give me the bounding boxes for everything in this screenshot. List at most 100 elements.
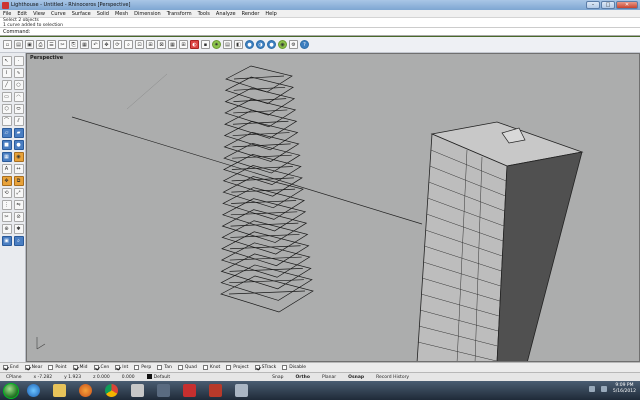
menu-surface[interactable]: Surface xyxy=(72,11,91,17)
osnap-strack[interactable]: STrack xyxy=(254,365,276,370)
menu-file[interactable]: File xyxy=(3,11,11,17)
osnap-perp[interactable]: Perp xyxy=(134,365,151,370)
copy-icon[interactable]: ⎘ xyxy=(69,40,78,49)
layer-indicator[interactable]: Default xyxy=(141,374,176,380)
menu-dimension[interactable]: Dimension xyxy=(134,11,161,17)
shade-icon[interactable]: ◑ xyxy=(256,40,265,49)
internet-explorer-icon[interactable] xyxy=(27,384,40,397)
curve-icon[interactable]: ∿ xyxy=(13,68,24,78)
print-icon[interactable]: ⎙ xyxy=(36,40,45,49)
zoom-extents-icon[interactable]: ⊞ xyxy=(146,40,155,49)
app-icon[interactable] xyxy=(235,384,248,397)
rhino-taskbar-icon[interactable] xyxy=(183,384,196,397)
explode-icon[interactable]: ✱ xyxy=(13,224,24,234)
osnap-project[interactable]: Project xyxy=(226,365,249,370)
menu-view[interactable]: View xyxy=(33,11,45,17)
osnap-disable[interactable]: Disable xyxy=(282,365,306,370)
mesh-icon[interactable]: ▦ xyxy=(1,152,12,162)
rotate-view-icon[interactable]: ⟳ xyxy=(113,40,122,49)
app-icon[interactable] xyxy=(209,384,222,397)
checkbox[interactable] xyxy=(93,365,99,370)
box-icon[interactable]: ■ xyxy=(1,140,12,150)
app-icon[interactable] xyxy=(131,384,144,397)
menu-help[interactable]: Help xyxy=(265,11,276,17)
checkbox[interactable] xyxy=(254,365,260,370)
circle-icon[interactable]: ○ xyxy=(13,80,24,90)
osnap-point[interactable]: Point xyxy=(48,365,67,370)
select-arrow-icon[interactable]: ↖ xyxy=(1,56,12,66)
checkbox[interactable] xyxy=(157,365,163,370)
surface-icon[interactable]: ▱ xyxy=(1,128,12,138)
start-button[interactable] xyxy=(3,382,19,399)
menu-edit[interactable]: Edit xyxy=(17,11,27,17)
cut-icon[interactable]: ✂ xyxy=(58,40,67,49)
polyline-icon[interactable]: ⌇ xyxy=(1,68,12,78)
scale-icon[interactable]: ⤢ xyxy=(13,188,24,198)
osnap-end[interactable]: End xyxy=(3,365,19,370)
properties-icon[interactable]: ☰ xyxy=(47,40,56,49)
rotate-icon[interactable]: ⟲ xyxy=(1,188,12,198)
checkbox[interactable] xyxy=(24,365,30,370)
media-player-icon[interactable] xyxy=(79,384,92,397)
menu-curve[interactable]: Curve xyxy=(51,11,66,17)
osnap-tan[interactable]: Tan xyxy=(157,365,172,370)
snap-toggle[interactable]: Snap xyxy=(266,375,289,380)
arc-icon[interactable]: ◠ xyxy=(13,92,24,102)
sphere-solid-icon[interactable]: ● xyxy=(13,140,24,150)
point-icon[interactable]: · xyxy=(13,56,24,66)
boolean-icon[interactable]: ◉ xyxy=(13,152,24,162)
chrome-icon[interactable] xyxy=(105,384,118,397)
app-icon[interactable] xyxy=(157,384,170,397)
layer-icon[interactable]: ▤ xyxy=(223,40,232,49)
osnap-cen[interactable]: Cen xyxy=(93,365,109,370)
menu-solid[interactable]: Solid xyxy=(97,11,109,17)
osnap-mid[interactable]: Mid xyxy=(72,365,88,370)
fillet-icon[interactable]: ⌒ xyxy=(1,116,12,126)
analyze-icon[interactable]: ⌕ xyxy=(13,236,24,246)
osnap-toggle[interactable]: Osnap xyxy=(342,375,370,380)
checkbox[interactable] xyxy=(202,365,208,370)
menu-analyze[interactable]: Analyze xyxy=(216,11,236,17)
join-icon[interactable]: ⊕ xyxy=(1,224,12,234)
save-icon[interactable]: ▣ xyxy=(25,40,34,49)
copy-object-icon[interactable]: ⧉ xyxy=(13,176,24,186)
grid-icon[interactable]: ▦ xyxy=(168,40,177,49)
checkbox[interactable] xyxy=(3,365,8,370)
pan-icon[interactable]: ✥ xyxy=(102,40,111,49)
lock-icon[interactable]: ▪ xyxy=(201,40,210,49)
line-icon[interactable]: ╱ xyxy=(1,80,12,90)
checkbox[interactable] xyxy=(282,365,288,370)
paste-icon[interactable]: ▦ xyxy=(80,40,89,49)
osnap-near[interactable]: Near xyxy=(24,365,42,370)
ellipse-icon[interactable]: ⬭ xyxy=(13,104,24,114)
perspective-viewport[interactable]: Perspective xyxy=(26,53,640,362)
rectangle-icon[interactable]: ▭ xyxy=(1,92,12,102)
close-button[interactable]: ✕ xyxy=(616,1,638,9)
hide-icon[interactable]: ◐ xyxy=(190,40,199,49)
osnap-knot[interactable]: Knot xyxy=(202,365,220,370)
group-icon[interactable]: ▣ xyxy=(1,236,12,246)
record-history-toggle[interactable]: Record History xyxy=(370,375,415,380)
checkbox[interactable] xyxy=(72,365,78,370)
checkbox[interactable] xyxy=(226,365,232,370)
options-icon[interactable]: ⚙ xyxy=(289,40,298,49)
command-prompt-input[interactable]: Command: xyxy=(0,28,640,36)
four-view-icon[interactable]: ⊞ xyxy=(179,40,188,49)
menu-render[interactable]: Render xyxy=(242,11,260,17)
menu-mesh[interactable]: Mesh xyxy=(115,11,128,17)
planar-toggle[interactable]: Planar xyxy=(316,375,342,380)
material-icon[interactable]: ◧ xyxy=(234,40,243,49)
trim-icon[interactable]: ✂ xyxy=(1,212,12,222)
render-icon[interactable]: ● xyxy=(245,40,254,49)
extrude-icon[interactable]: ▰ xyxy=(13,128,24,138)
osnap-quad[interactable]: Quad xyxy=(177,365,197,370)
shaded-tower[interactable] xyxy=(416,121,584,362)
volume-icon[interactable] xyxy=(600,386,607,392)
menu-tools[interactable]: Tools xyxy=(198,11,210,17)
help-icon[interactable]: ? xyxy=(300,40,309,49)
sphere-icon[interactable]: ● xyxy=(267,40,276,49)
polygon-icon[interactable]: ⬡ xyxy=(1,104,12,114)
new-file-icon[interactable]: ▫ xyxy=(3,40,12,49)
ortho-toggle[interactable]: Ortho xyxy=(289,375,316,380)
light-icon[interactable]: ✷ xyxy=(212,40,221,49)
